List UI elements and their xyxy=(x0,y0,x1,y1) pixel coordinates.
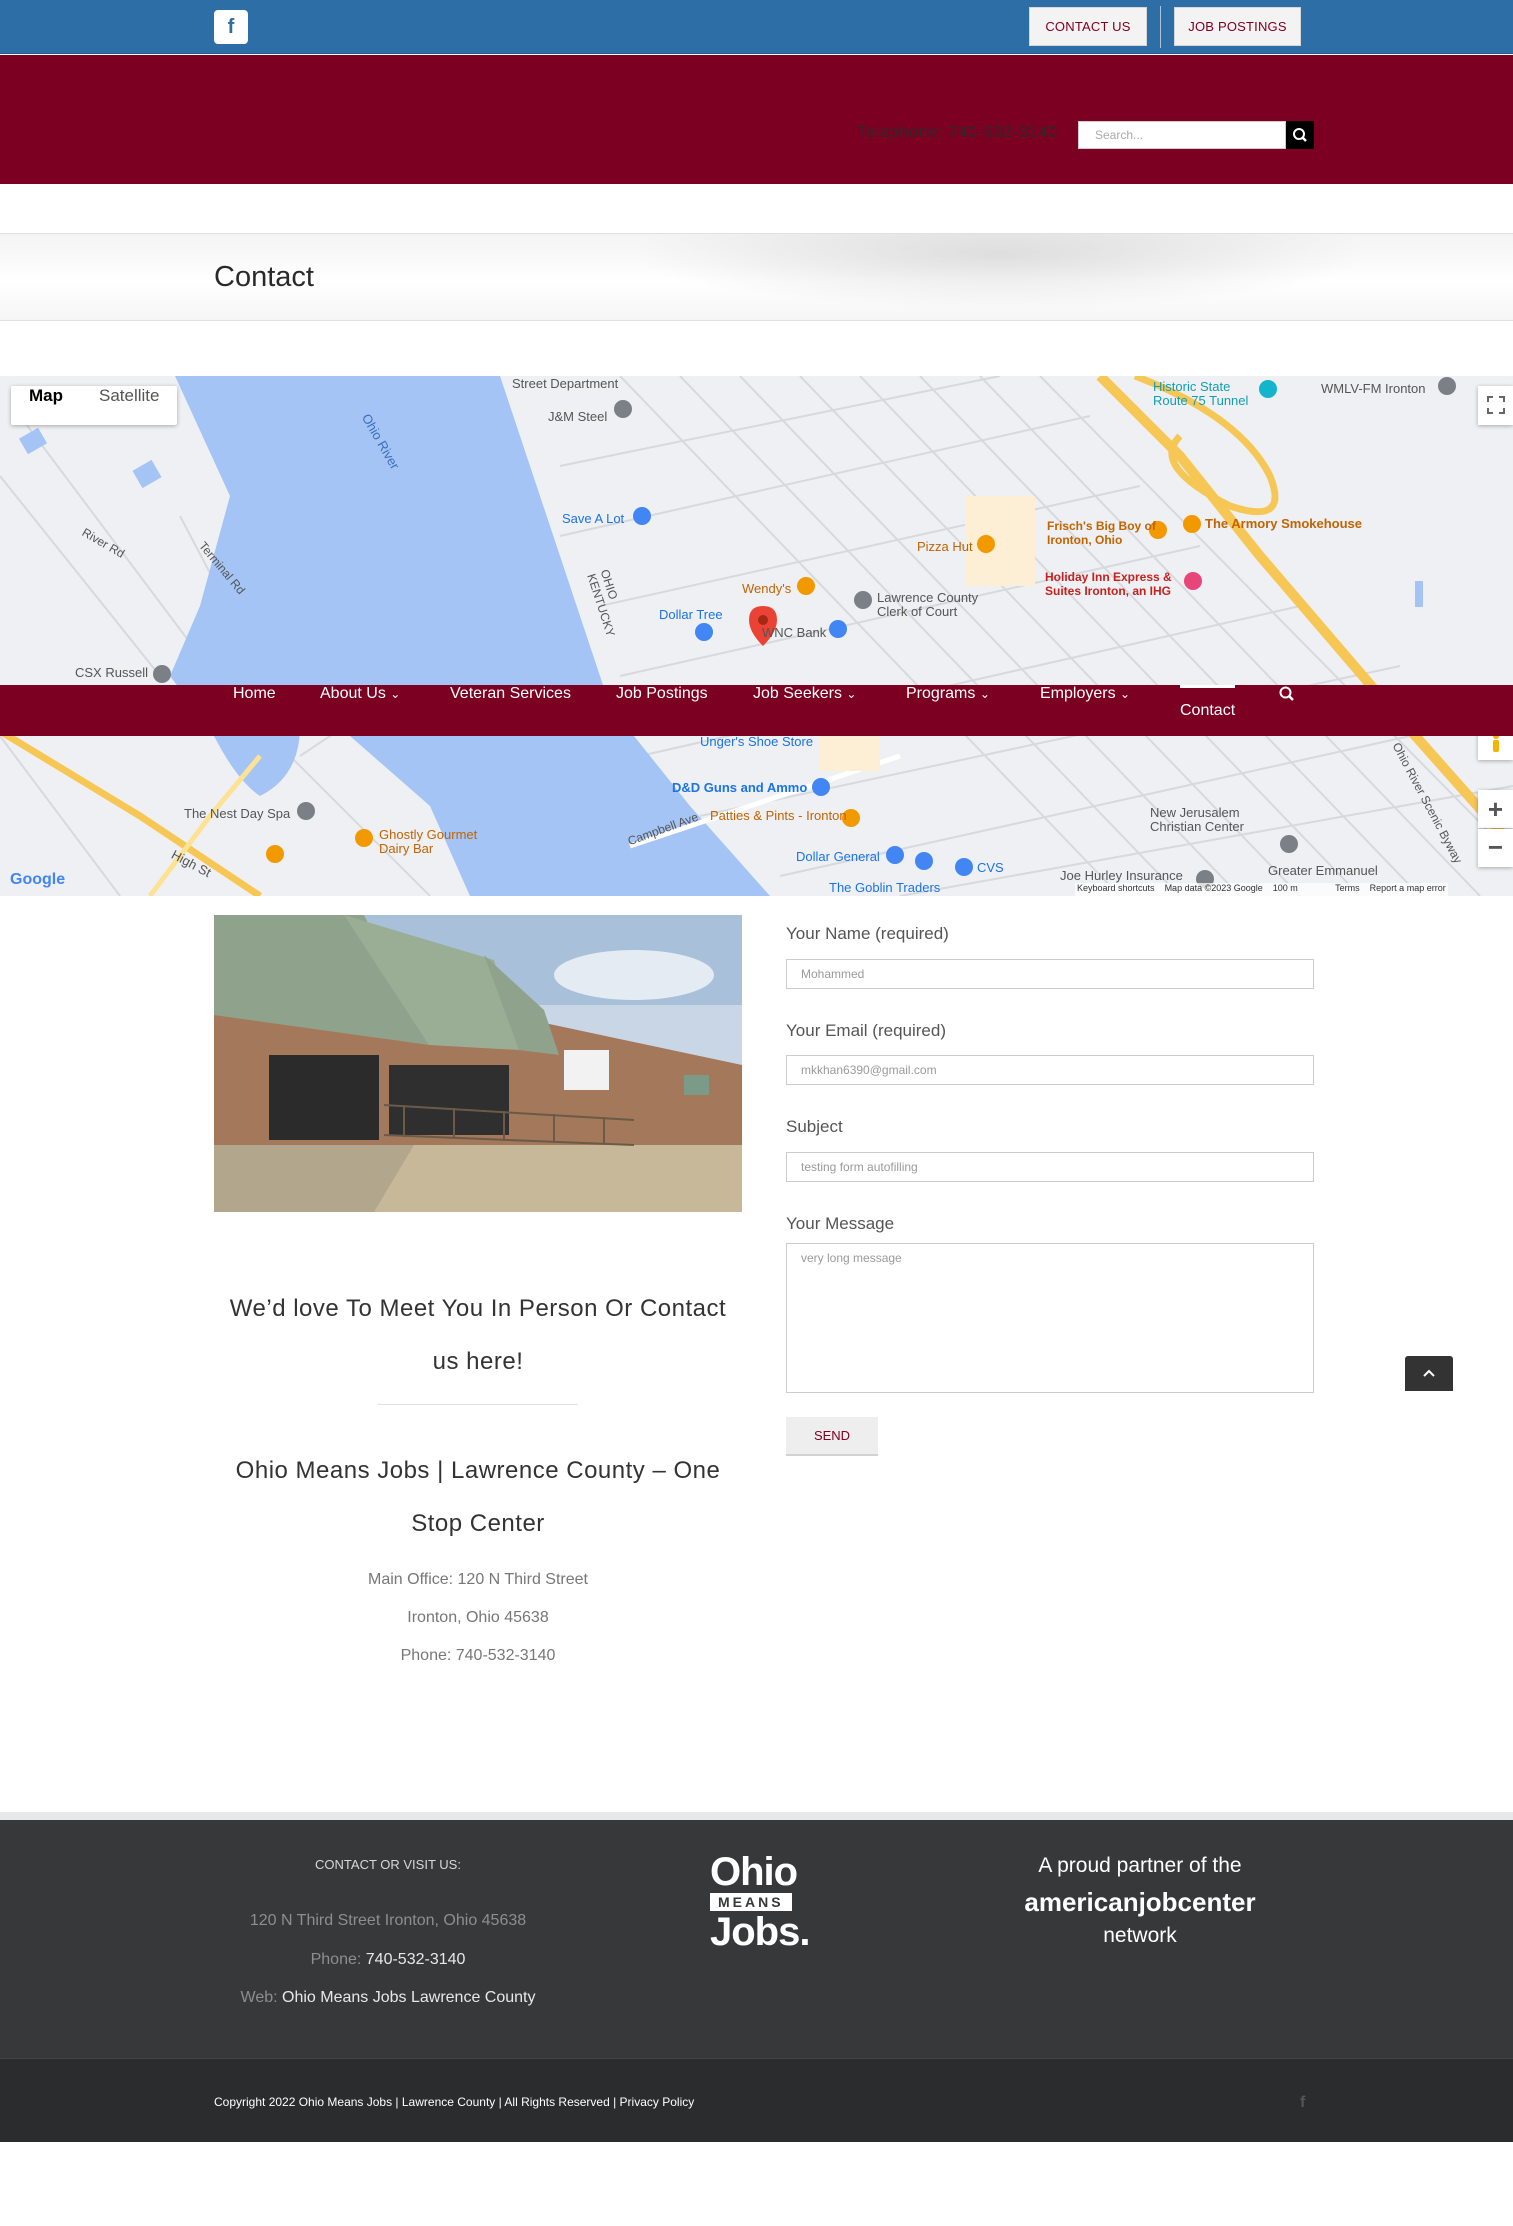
pegman-button[interactable] xyxy=(1478,732,1513,760)
chevron-down-icon: ⌄ xyxy=(390,687,401,701)
chevron-down-icon: ⌄ xyxy=(1120,687,1131,701)
map-label: Lawrence County Clerk of Court xyxy=(877,590,979,619)
chevron-down-icon: ⌄ xyxy=(846,687,857,701)
subject-label: Subject xyxy=(786,1117,843,1136)
fullscreen-button[interactable] xyxy=(1478,386,1513,425)
contact-heading: We’d love To Meet You In Person Or Conta… xyxy=(229,1295,727,1375)
main-office-address: Main Office: 120 N Third Street xyxy=(368,1571,588,1588)
map-label: WMLV-FM Ironton xyxy=(1321,381,1426,396)
facebook-icon[interactable]: f xyxy=(1300,2094,1305,2112)
map-label: Wendy's xyxy=(742,581,792,596)
map-label: Frisch's Big Boy of Ironton, Ohio xyxy=(1047,519,1156,547)
email-field[interactable]: mkkhan6390@gmail.com xyxy=(786,1055,1314,1085)
nav-programs[interactable]: Programs ⌄ xyxy=(906,685,990,736)
map-label: Patties & Pints - Ironton xyxy=(710,808,847,823)
header-search-input[interactable]: Search... xyxy=(1078,121,1286,149)
map-attribution: Keyboard shortcuts Map data ©2023 Google… xyxy=(1075,883,1448,896)
email-label: Your Email (required) xyxy=(786,1021,946,1040)
copyright-bar: Copyright 2022 Ohio Means Jobs | Lawrenc… xyxy=(0,2058,1513,2142)
name-label: Your Name (required) xyxy=(786,924,949,943)
nav-about-us[interactable]: About Us ⌄ xyxy=(320,685,400,736)
header-telephone: Telephone: 740-532-3140 xyxy=(857,124,1058,141)
org-name: Ohio Means Jobs | Lawrence County – One … xyxy=(235,1457,721,1537)
footer-phone-link[interactable]: 740-532-3140 xyxy=(366,1951,466,1968)
nav-contact[interactable]: Contact xyxy=(1180,685,1235,736)
map-label: New Jerusalem Christian Center xyxy=(1150,805,1244,834)
name-field[interactable]: Mohammed xyxy=(786,959,1314,989)
nav-employers[interactable]: Employers ⌄ xyxy=(1040,685,1130,736)
footer-address: 120 N Third Street Ironton, Ohio 45638 xyxy=(249,1912,527,1929)
nav-veteran-services[interactable]: Veteran Services xyxy=(450,685,571,736)
map-label: Greater Emmanuel xyxy=(1268,863,1378,878)
map-label: Unger's Shoe Store xyxy=(700,734,814,749)
map-label: Holiday Inn Express & Suites Ironton, an… xyxy=(1045,570,1172,598)
keyboard-shortcuts-link[interactable]: Keyboard shortcuts xyxy=(1077,883,1155,893)
office-photo xyxy=(214,915,742,1212)
map-label: Historic State Route 75 Tunnel xyxy=(1153,379,1249,408)
nav-home[interactable]: Home xyxy=(233,685,276,736)
nav-job-seekers[interactable]: Job Seekers ⌄ xyxy=(753,685,856,736)
map-label: J&M Steel xyxy=(548,409,608,424)
map-label: The Nest Day Spa xyxy=(184,806,291,821)
message-label: Your Message xyxy=(786,1214,895,1233)
job-postings-button[interactable]: JOB POSTINGS xyxy=(1174,7,1301,46)
report-map-error-link[interactable]: Report a map error xyxy=(1370,883,1446,893)
office-city: Ironton, Ohio 45638 xyxy=(407,1609,549,1626)
page-title: Contact xyxy=(214,261,314,293)
map-label: Dollar Tree xyxy=(659,607,723,622)
nav-search-button[interactable] xyxy=(1278,685,1296,736)
zoom-out-button[interactable]: − xyxy=(1478,829,1513,867)
google-logo[interactable]: Google xyxy=(10,871,65,889)
scale-text[interactable]: 100 m xyxy=(1273,883,1298,893)
footer-phone: Phone: 740-532-3140 xyxy=(310,1951,466,1968)
page-title-bar: Contact xyxy=(0,233,1513,321)
search-icon xyxy=(1293,128,1307,142)
map-label: D&D Guns and Ammo xyxy=(672,780,808,795)
copyright-text: Copyright 2022 Ohio Means Jobs | Lawrenc… xyxy=(214,2095,695,2109)
terms-link[interactable]: Terms xyxy=(1335,883,1360,893)
footer-web: Web: Ohio Means Jobs Lawrence County xyxy=(240,1989,536,2006)
map-label: Ghostly Gourmet Dairy Bar xyxy=(379,827,478,856)
back-to-top-button[interactable] xyxy=(1405,1356,1453,1391)
send-button[interactable]: SEND xyxy=(786,1417,878,1456)
map-label: Joe Hurley Insurance xyxy=(1060,868,1183,883)
map-label: CVS xyxy=(977,860,1004,875)
map-type-control: Map Satellite xyxy=(11,386,178,425)
nav-job-postings[interactable]: Job Postings xyxy=(616,685,708,736)
chevron-up-icon xyxy=(1423,1369,1435,1377)
top-bar: f CONTACT US JOB POSTINGS xyxy=(0,0,1513,54)
contact-us-button[interactable]: CONTACT US xyxy=(1029,7,1147,46)
google-map[interactable]: Street Department J&M Steel Ohio River S… xyxy=(0,376,1513,896)
header-search-button[interactable] xyxy=(1286,121,1314,149)
top-divider xyxy=(1160,6,1161,48)
map-label: Save A Lot xyxy=(562,511,625,526)
main-nav: Home About Us ⌄ Veteran Services Job Pos… xyxy=(0,685,1513,736)
ohio-means-jobs-logo[interactable]: Ohio MEANS Jobs. xyxy=(710,1852,820,1952)
map-label: CSX Russell xyxy=(75,665,148,680)
american-job-center-logo[interactable]: A proud partner of the americanjobcenter… xyxy=(1000,1848,1280,1952)
map-data-text: Map data ©2023 Google xyxy=(1164,883,1263,893)
message-field[interactable]: very long message xyxy=(786,1243,1314,1393)
search-icon xyxy=(1279,686,1294,701)
map-type-map[interactable]: Map xyxy=(11,386,81,425)
footer-heading: CONTACT OR VISIT US: xyxy=(315,1857,461,1872)
map-label: The Armory Smokehouse xyxy=(1205,516,1363,531)
map-label: Dollar General xyxy=(796,849,880,864)
office-phone: Phone: 740-532-3140 xyxy=(400,1647,556,1664)
fullscreen-icon xyxy=(1486,396,1505,414)
map-label: The Goblin Traders xyxy=(829,880,941,895)
subject-field[interactable]: testing form autofilling xyxy=(786,1152,1314,1182)
footer-web-link[interactable]: Ohio Means Jobs Lawrence County xyxy=(282,1989,535,2006)
facebook-icon[interactable]: f xyxy=(214,10,248,44)
map-label: WNC Bank xyxy=(762,625,827,640)
divider xyxy=(378,1404,578,1405)
chevron-down-icon: ⌄ xyxy=(979,687,990,701)
site-header: Telephone: 740-532-3140 Search... xyxy=(0,55,1513,184)
map-label: Pizza Hut xyxy=(917,539,973,554)
map-label: Street Department xyxy=(512,376,619,391)
zoom-in-button[interactable]: + xyxy=(1478,790,1513,828)
map-type-satellite[interactable]: Satellite xyxy=(81,386,177,425)
